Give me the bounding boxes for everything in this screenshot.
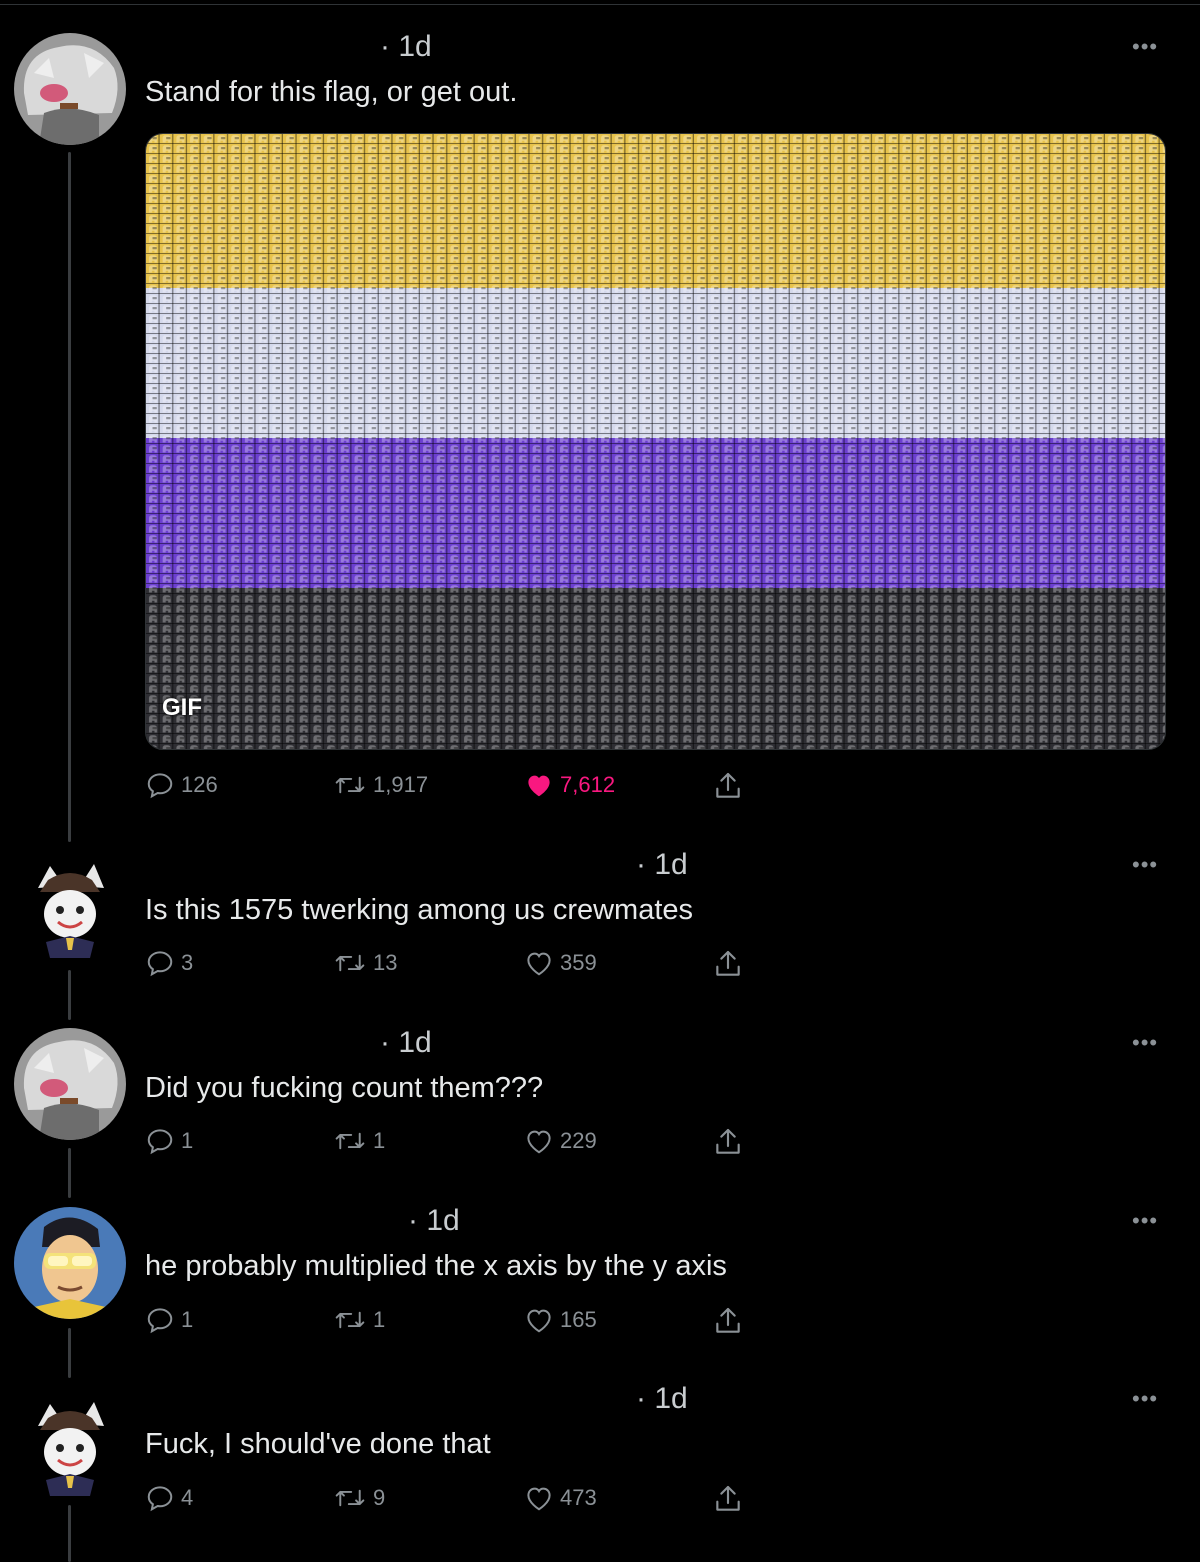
retweet-button[interactable]: 1 <box>333 1305 385 1335</box>
reply-count: 3 <box>181 950 194 975</box>
like-button[interactable]: 165 <box>524 1305 597 1335</box>
avatar[interactable] <box>14 1207 126 1319</box>
tweet-text: Did you fucking count them??? <box>145 1072 544 1104</box>
avatar-image <box>20 858 120 958</box>
heart-icon <box>527 952 551 976</box>
crewmate-pattern <box>146 134 1165 749</box>
thread-line <box>68 1505 71 1562</box>
more-icon[interactable]: ••• <box>1132 1386 1158 1412</box>
more-icon[interactable]: ••• <box>1132 852 1158 878</box>
like-button[interactable]: 229 <box>524 1126 597 1156</box>
share-icon <box>716 1307 740 1333</box>
tweet-text: he probably multiplied the x axis by the… <box>145 1250 727 1282</box>
avatar[interactable] <box>14 1028 126 1140</box>
retweet-count: 1 <box>373 1307 386 1332</box>
share-icon <box>716 772 740 798</box>
reply-button[interactable]: 1 <box>145 1305 193 1335</box>
thread-line <box>68 152 71 842</box>
retweet-count: 1,917 <box>373 772 429 797</box>
share-icon <box>716 1485 740 1511</box>
thread-line <box>68 970 71 1020</box>
avatar-image <box>14 33 126 145</box>
retweet-icon <box>335 1489 365 1507</box>
like-button[interactable]: 7,612 <box>524 770 615 800</box>
reply-count: 1 <box>181 1128 194 1153</box>
retweet-icon <box>335 776 365 794</box>
share-button[interactable] <box>712 770 744 802</box>
more-icon[interactable]: ••• <box>1132 1030 1158 1056</box>
avatar-image <box>14 1028 126 1140</box>
tweet-text: Stand for this flag, or get out. <box>145 76 518 108</box>
heart-icon <box>527 1309 551 1333</box>
share-icon <box>716 1128 740 1154</box>
retweet-button[interactable]: 1,917 <box>333 770 428 800</box>
like-count: 7,612 <box>560 772 616 797</box>
retweet-icon <box>335 1132 365 1150</box>
retweet-icon <box>335 954 365 972</box>
reply-icon <box>147 1129 173 1155</box>
more-icon[interactable]: ••• <box>1132 1208 1158 1234</box>
tweet-time: · 1d <box>408 1204 460 1237</box>
tweet-text: Fuck, I should've done that <box>145 1428 491 1460</box>
reply-icon <box>147 951 173 977</box>
heart-icon <box>527 1487 551 1511</box>
more-icon[interactable]: ••• <box>1132 34 1158 60</box>
like-count: 473 <box>560 1485 597 1510</box>
gif-badge: GIF <box>162 694 202 721</box>
flag-gif-image <box>146 134 1165 749</box>
heart-icon <box>528 775 550 797</box>
retweet-icon <box>335 1311 365 1329</box>
share-button[interactable] <box>712 1305 744 1337</box>
avatar-image <box>14 1207 126 1319</box>
reply-button[interactable]: 4 <box>145 1483 193 1513</box>
reply-count: 4 <box>181 1485 194 1510</box>
reply-icon <box>147 773 173 799</box>
retweet-button[interactable]: 13 <box>333 948 397 978</box>
reply-icon <box>147 1486 173 1512</box>
heart-icon <box>527 1130 551 1154</box>
like-button[interactable]: 473 <box>524 1483 597 1513</box>
retweet-button[interactable]: 1 <box>333 1126 385 1156</box>
avatar-image <box>20 1396 120 1496</box>
top-divider <box>0 4 1200 5</box>
share-icon <box>716 950 740 976</box>
avatar[interactable] <box>14 33 126 145</box>
thread-line <box>68 1148 71 1198</box>
retweet-count: 9 <box>373 1485 386 1510</box>
tweet-text: Is this 1575 twerking among us crewmates <box>145 894 694 926</box>
reply-button[interactable]: 3 <box>145 948 193 978</box>
retweet-count: 13 <box>373 950 398 975</box>
share-button[interactable] <box>712 1126 744 1158</box>
like-button[interactable]: 359 <box>524 948 597 978</box>
reply-count: 1 <box>181 1307 194 1332</box>
avatar[interactable] <box>20 1396 120 1496</box>
gif-media[interactable]: GIF <box>145 133 1166 750</box>
avatar[interactable] <box>20 858 120 958</box>
like-count: 359 <box>560 950 597 975</box>
tweet-time: · 1d <box>636 1382 688 1415</box>
like-count: 229 <box>560 1128 597 1153</box>
retweet-count: 1 <box>373 1128 386 1153</box>
reply-button[interactable]: 126 <box>145 770 218 800</box>
tweet-time: · 1d <box>380 1026 432 1059</box>
tweet-time: · 1d <box>380 30 432 63</box>
share-button[interactable] <box>712 1483 744 1515</box>
reply-button[interactable]: 1 <box>145 1126 193 1156</box>
retweet-button[interactable]: 9 <box>333 1483 385 1513</box>
thread-line <box>68 1328 71 1378</box>
reply-icon <box>147 1308 173 1334</box>
reply-count: 126 <box>181 772 218 797</box>
like-count: 165 <box>560 1307 597 1332</box>
share-button[interactable] <box>712 948 744 980</box>
tweet-time: · 1d <box>636 848 688 881</box>
